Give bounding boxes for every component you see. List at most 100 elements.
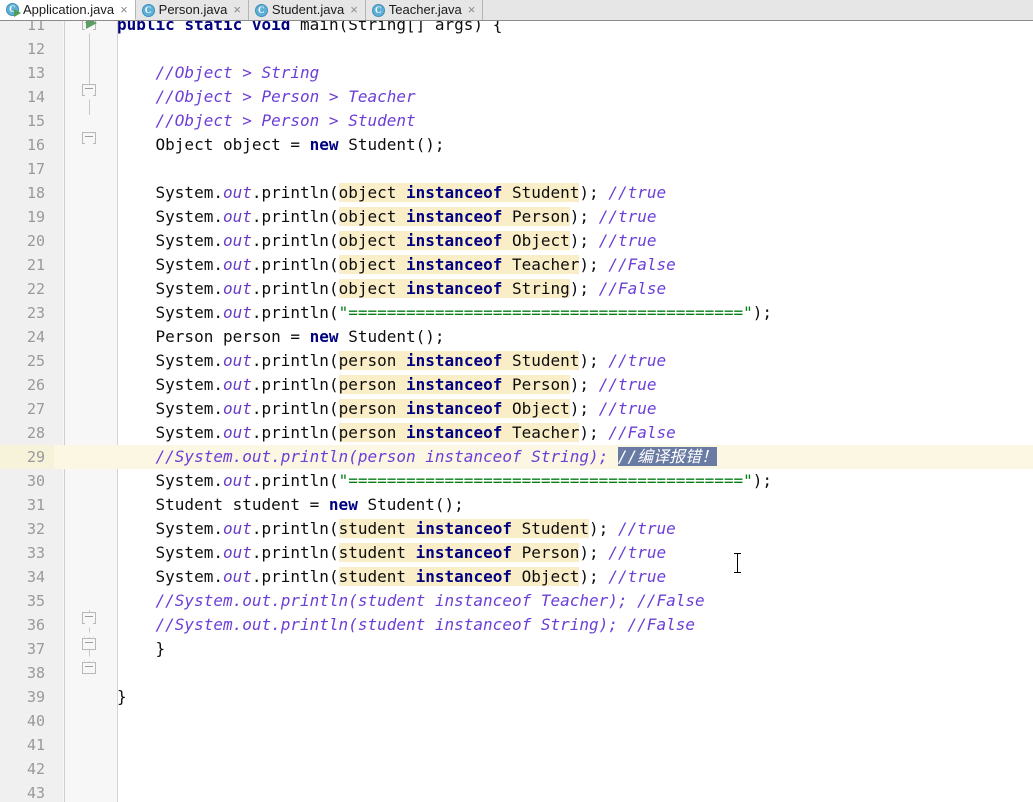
- code-row[interactable]: 23 System.out.println("=================…: [0, 301, 1033, 325]
- line-number: 38: [26, 664, 45, 682]
- code-row[interactable]: 13 //Object > String: [0, 61, 1033, 85]
- line-number: 40: [26, 712, 45, 730]
- code-text: System.out.println(object instanceof Obj…: [117, 231, 657, 250]
- line-number: 21: [26, 256, 45, 274]
- code-text: System.out.println("====================…: [117, 303, 773, 322]
- line-number: 41: [26, 736, 45, 754]
- selected-text: //编译报错！: [617, 447, 718, 466]
- code-text: //System.out.println(student instanceof …: [117, 615, 695, 634]
- line-number: 13: [26, 64, 45, 82]
- code-text: System.out.println(object instanceof Str…: [117, 279, 667, 298]
- code-text: //Object > Person > Student: [117, 111, 416, 130]
- tab-teacher-java[interactable]: C Teacher.java ×: [366, 0, 484, 20]
- java-class-runnable-icon: C: [6, 3, 21, 17]
- code-text: public static void main(String[] args) {: [117, 21, 503, 34]
- line-number: 33: [26, 544, 45, 562]
- line-number: 35: [26, 592, 45, 610]
- code-row[interactable]: 42: [0, 757, 1033, 781]
- line-number: 25: [26, 352, 45, 370]
- code-text: //Object > String: [117, 63, 320, 82]
- code-row[interactable]: 35 //System.out.println(student instance…: [0, 589, 1033, 613]
- line-number: 26: [26, 376, 45, 394]
- line-number: 43: [26, 784, 45, 802]
- code-text: System.out.println("====================…: [117, 471, 773, 490]
- tab-student-java[interactable]: C Student.java ×: [249, 0, 366, 20]
- code-row[interactable]: 40: [0, 709, 1033, 733]
- code-row[interactable]: 18 System.out.println(object instanceof …: [0, 181, 1033, 205]
- code-row[interactable]: 24 Person person = new Student();: [0, 325, 1033, 349]
- line-number: 30: [26, 472, 45, 490]
- mouse-text-cursor: [733, 552, 742, 574]
- code-text: }: [117, 639, 166, 658]
- line-number: 24: [26, 328, 45, 346]
- code-row[interactable]: 33 System.out.println(student instanceof…: [0, 541, 1033, 565]
- code-editor[interactable]: 11 public static void main(String[] args…: [0, 21, 1033, 802]
- code-lines: 11 public static void main(String[] args…: [0, 21, 1033, 802]
- code-text: System.out.println(person instanceof Obj…: [117, 399, 657, 418]
- code-text: System.out.println(person instanceof Tea…: [117, 423, 676, 442]
- line-number: 12: [26, 40, 45, 58]
- code-row[interactable]: 25 System.out.println(person instanceof …: [0, 349, 1033, 373]
- tab-bar-empty-space: [483, 0, 1033, 20]
- code-row[interactable]: 19 System.out.println(object instanceof …: [0, 205, 1033, 229]
- code-row[interactable]: 30 System.out.println("=================…: [0, 469, 1033, 493]
- code-text: //System.out.println(person instanceof S…: [117, 447, 718, 466]
- line-number: 16: [26, 136, 45, 154]
- code-row[interactable]: 17: [0, 157, 1033, 181]
- line-number: 17: [26, 160, 45, 178]
- code-row[interactable]: 31 Student student = new Student();: [0, 493, 1033, 517]
- java-class-icon: C: [371, 3, 385, 17]
- line-number: 14: [26, 88, 45, 106]
- line-number: 34: [26, 568, 45, 586]
- tab-label: Teacher.java: [388, 2, 462, 17]
- code-text: System.out.println(student instanceof St…: [117, 519, 676, 538]
- code-text: System.out.println(person instanceof Per…: [117, 375, 657, 394]
- line-number: 20: [26, 232, 45, 250]
- code-text: System.out.println(student instanceof Pe…: [117, 543, 667, 562]
- code-row[interactable]: 21 System.out.println(object instanceof …: [0, 253, 1033, 277]
- editor-tab-bar: C Application.java × C Person.java × C S…: [0, 0, 1033, 21]
- line-number: 32: [26, 520, 45, 538]
- code-row[interactable]: 32 System.out.println(student instanceof…: [0, 517, 1033, 541]
- close-icon[interactable]: ×: [233, 0, 241, 20]
- code-text: //Object > Person > Teacher: [117, 87, 416, 106]
- code-row[interactable]: 38: [0, 661, 1033, 685]
- line-number: 29: [0, 445, 54, 469]
- line-number: 23: [26, 304, 45, 322]
- line-number: 22: [26, 280, 45, 298]
- tab-label: Person.java: [158, 2, 228, 17]
- code-row[interactable]: 11 public static void main(String[] args…: [0, 21, 1033, 37]
- line-number: 28: [26, 424, 45, 442]
- tab-person-java[interactable]: C Person.java ×: [136, 0, 249, 20]
- code-row[interactable]: 43: [0, 781, 1033, 802]
- code-text: Person person = new Student();: [117, 327, 445, 346]
- code-row[interactable]: 12: [0, 37, 1033, 61]
- code-text: //System.out.println(student instanceof …: [117, 591, 705, 610]
- tab-application-java[interactable]: C Application.java ×: [0, 0, 136, 20]
- code-text: Student student = new Student();: [117, 495, 464, 514]
- code-row[interactable]: 34 System.out.println(student instanceof…: [0, 565, 1033, 589]
- code-row-caret[interactable]: 29 //System.out.println(person instanceo…: [0, 445, 1033, 469]
- code-row[interactable]: 20 System.out.println(object instanceof …: [0, 229, 1033, 253]
- code-row[interactable]: 26 System.out.println(person instanceof …: [0, 373, 1033, 397]
- code-row[interactable]: 36 //System.out.println(student instance…: [0, 613, 1033, 637]
- close-icon[interactable]: ×: [350, 0, 358, 20]
- code-text: System.out.println(person instanceof Stu…: [117, 351, 667, 370]
- code-row[interactable]: 41: [0, 733, 1033, 757]
- line-number: 19: [26, 208, 45, 226]
- close-icon[interactable]: ×: [120, 0, 128, 20]
- code-row[interactable]: 15 //Object > Person > Student: [0, 109, 1033, 133]
- code-row[interactable]: 37 }: [0, 637, 1033, 661]
- line-number: 39: [26, 688, 45, 706]
- code-row[interactable]: 22 System.out.println(object instanceof …: [0, 277, 1033, 301]
- java-class-icon: C: [141, 3, 155, 17]
- java-class-icon: C: [254, 3, 268, 17]
- code-row[interactable]: 39 }: [0, 685, 1033, 709]
- code-row[interactable]: 16 Object object = new Student();: [0, 133, 1033, 157]
- code-text: Object object = new Student();: [117, 135, 445, 154]
- code-row[interactable]: 28 System.out.println(person instanceof …: [0, 421, 1033, 445]
- line-number: 15: [26, 112, 45, 130]
- close-icon[interactable]: ×: [468, 0, 476, 20]
- code-row[interactable]: 14 //Object > Person > Teacher: [0, 85, 1033, 109]
- code-row[interactable]: 27 System.out.println(person instanceof …: [0, 397, 1033, 421]
